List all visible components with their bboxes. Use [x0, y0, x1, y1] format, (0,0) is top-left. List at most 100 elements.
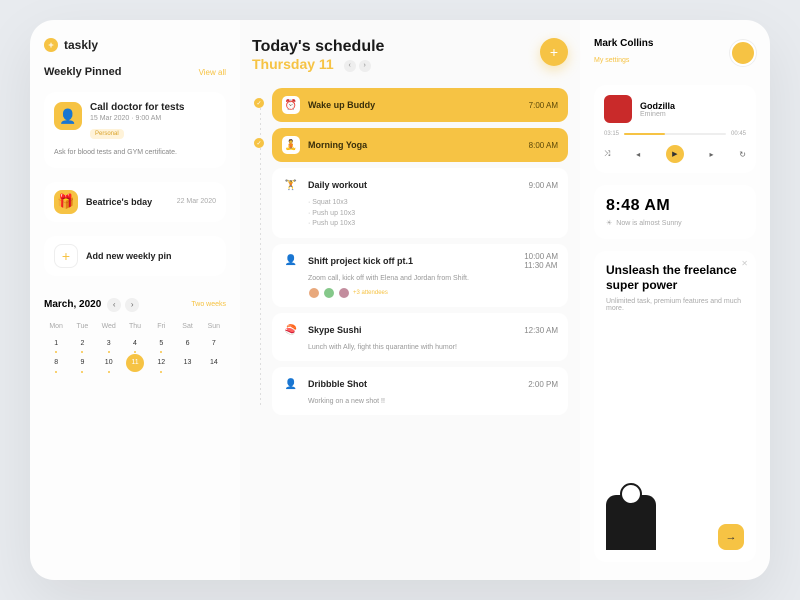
time-total: 00:45 — [731, 131, 746, 137]
calendar-day[interactable]: 8 — [44, 354, 68, 372]
schedule-title: Today's schedule — [252, 38, 384, 56]
task-name: Skype Sushi — [308, 325, 516, 335]
user-name: Mark Collins — [594, 38, 653, 49]
task-icon: 🧘 — [282, 136, 300, 154]
promo-title: Unsleash the freelance super power — [606, 263, 744, 293]
tag-personal: Personal — [90, 129, 124, 139]
calendar-day-name: Sun — [202, 320, 226, 333]
calendar-day-name: Mon — [44, 320, 68, 333]
next-track-icon[interactable]: ▸ — [710, 150, 714, 159]
repeat-icon[interactable]: ↻ — [739, 150, 746, 159]
music-player: Godzilla Eminem 03:15 00:45 ⤨ ◂ ▶ ▸ ↻ — [594, 85, 756, 173]
pinned-card[interactable]: 🎁 Beatrice's bday 22 Mar 2020 — [44, 182, 226, 222]
task-name: Wake up Buddy — [308, 100, 521, 110]
calendar-day[interactable]: 2 — [70, 335, 94, 352]
calendar-day-name: Thu — [123, 320, 147, 333]
promo-desc: Unlimited task, premium features and muc… — [606, 298, 744, 312]
task-item[interactable]: 🍣 Skype Sushi 12:30 AM Lunch with Ally, fig… — [272, 313, 568, 361]
next-month-button[interactable]: › — [125, 298, 139, 312]
add-pin-label: Add new weekly pin — [86, 251, 216, 261]
weather-text: Now is almost Sunny — [616, 220, 681, 227]
calendar-day[interactable]: 7 — [202, 335, 226, 352]
close-icon[interactable]: ✕ — [741, 259, 748, 268]
task-item[interactable]: 👤 Dribbble Shot 2:00 PM Working on a new sh… — [272, 367, 568, 415]
task-item[interactable]: 🏋Daily workout9:00 AMSquat 10x3Push up 1… — [272, 168, 568, 238]
schedule-list: ✓⏰Wake up Buddy7:00 AM✓🧘Morning Yoga8:00… — [252, 88, 568, 415]
task-icon: 🏋 — [282, 176, 300, 194]
task-time: 9:00 AM — [529, 181, 558, 190]
task-time: 12:30 AM — [524, 326, 558, 335]
promo-cta-button[interactable]: → — [718, 524, 744, 550]
pin-title: Beatrice's bday — [86, 197, 169, 207]
attendees: +3 attendees — [282, 287, 558, 299]
add-task-button[interactable]: + — [540, 38, 568, 66]
play-button[interactable]: ▶ — [666, 145, 684, 163]
phone-icon: 👤 — [54, 102, 82, 130]
task-icon: 👤 — [282, 375, 300, 393]
task-bullet: Push up 10x3 — [308, 219, 558, 230]
calendar-day-name: Tue — [70, 320, 94, 333]
task-desc: Lunch with Ally, fight this quarantine w… — [282, 343, 558, 353]
progress-bar[interactable] — [624, 133, 726, 135]
calendar-day[interactable]: 10 — [97, 354, 121, 372]
pin-date: 15 Mar 2020 · 9:00 AM — [90, 115, 184, 122]
add-pin-button[interactable]: + Add new weekly pin — [44, 236, 226, 276]
schedule-date: Thursday 11 — [252, 56, 334, 72]
pin-desc: Ask for blood tests and GYM certificate. — [54, 148, 216, 158]
brand-name: taskly — [64, 38, 98, 52]
track-artist: Eminem — [640, 111, 675, 118]
calendar-day-name: Wed — [97, 320, 121, 333]
calendar-day[interactable]: 11 — [126, 354, 144, 372]
prev-month-button[interactable]: ‹ — [107, 298, 121, 312]
track-name: Godzilla — [640, 101, 675, 111]
task-item[interactable]: ✓⏰Wake up Buddy7:00 AM — [272, 88, 568, 122]
task-bullet: Squat 10x3 — [308, 198, 558, 209]
calendar-day[interactable]: 12 — [149, 354, 173, 372]
task-item[interactable]: 👤Shift project kick off pt.110:00 AM11:3… — [272, 244, 568, 308]
calendar-day[interactable]: 4 — [123, 335, 147, 352]
shuffle-icon[interactable]: ⤨ — [604, 149, 610, 159]
calendar-day[interactable]: 3 — [97, 335, 121, 352]
calendar-day[interactable]: 13 — [175, 354, 199, 372]
avatar[interactable] — [730, 40, 756, 66]
calendar-day[interactable]: 9 — [70, 354, 94, 372]
task-name: Shift project kick off pt.1 — [308, 256, 516, 266]
logo[interactable]: + taskly — [44, 38, 226, 52]
task-item[interactable]: ✓🧘Morning Yoga8:00 AM — [272, 128, 568, 162]
task-time: 2:00 PM — [528, 380, 558, 389]
calendar-month: March, 2020 — [44, 299, 101, 310]
task-time: 7:00 AM — [529, 101, 558, 110]
prev-day-button[interactable]: ‹ — [344, 60, 356, 72]
calendar-day[interactable]: 6 — [175, 335, 199, 352]
my-settings-link[interactable]: My settings — [594, 57, 629, 64]
attendee-avatar — [308, 287, 320, 299]
task-icon: 👤 — [282, 252, 300, 270]
pinned-card[interactable]: 👤 Call doctor for tests 15 Mar 2020 · 9:… — [44, 92, 226, 168]
task-desc: Working on a new shot !! — [282, 397, 558, 407]
calendar-day[interactable]: 5 — [149, 335, 173, 352]
attendee-avatar — [338, 287, 350, 299]
task-icon: 🍣 — [282, 321, 300, 339]
pin-title: Call doctor for tests — [90, 102, 184, 113]
task-name: Daily workout — [308, 180, 521, 190]
attendee-avatar — [323, 287, 335, 299]
clock-card: 8:48 AM ☀ Now is almost Sunny — [594, 185, 756, 239]
calendar-day[interactable]: 14 — [202, 354, 226, 372]
plus-icon: + — [54, 244, 78, 268]
calendar-day-name: Sat — [175, 320, 199, 333]
promo-card: ✕ Unsleash the freelance super power Unl… — [594, 251, 756, 562]
calendar-day[interactable]: 1 — [44, 335, 68, 352]
check-icon: ✓ — [254, 98, 264, 108]
time-elapsed: 03:15 — [604, 131, 619, 137]
next-day-button[interactable]: › — [359, 60, 371, 72]
attendees-more[interactable]: +3 attendees — [353, 290, 388, 296]
two-weeks-link[interactable]: Two weeks — [191, 301, 226, 308]
task-name: Morning Yoga — [308, 140, 521, 150]
clock-time: 8:48 AM — [606, 197, 744, 215]
logo-icon: + — [44, 38, 58, 52]
view-all-link[interactable]: View all — [199, 68, 226, 77]
pin-date: 22 Mar 2020 — [177, 198, 216, 205]
prev-track-icon[interactable]: ◂ — [636, 150, 640, 159]
task-bullet: Push up 10x3 — [308, 209, 558, 220]
task-name: Dribbble Shot — [308, 379, 520, 389]
